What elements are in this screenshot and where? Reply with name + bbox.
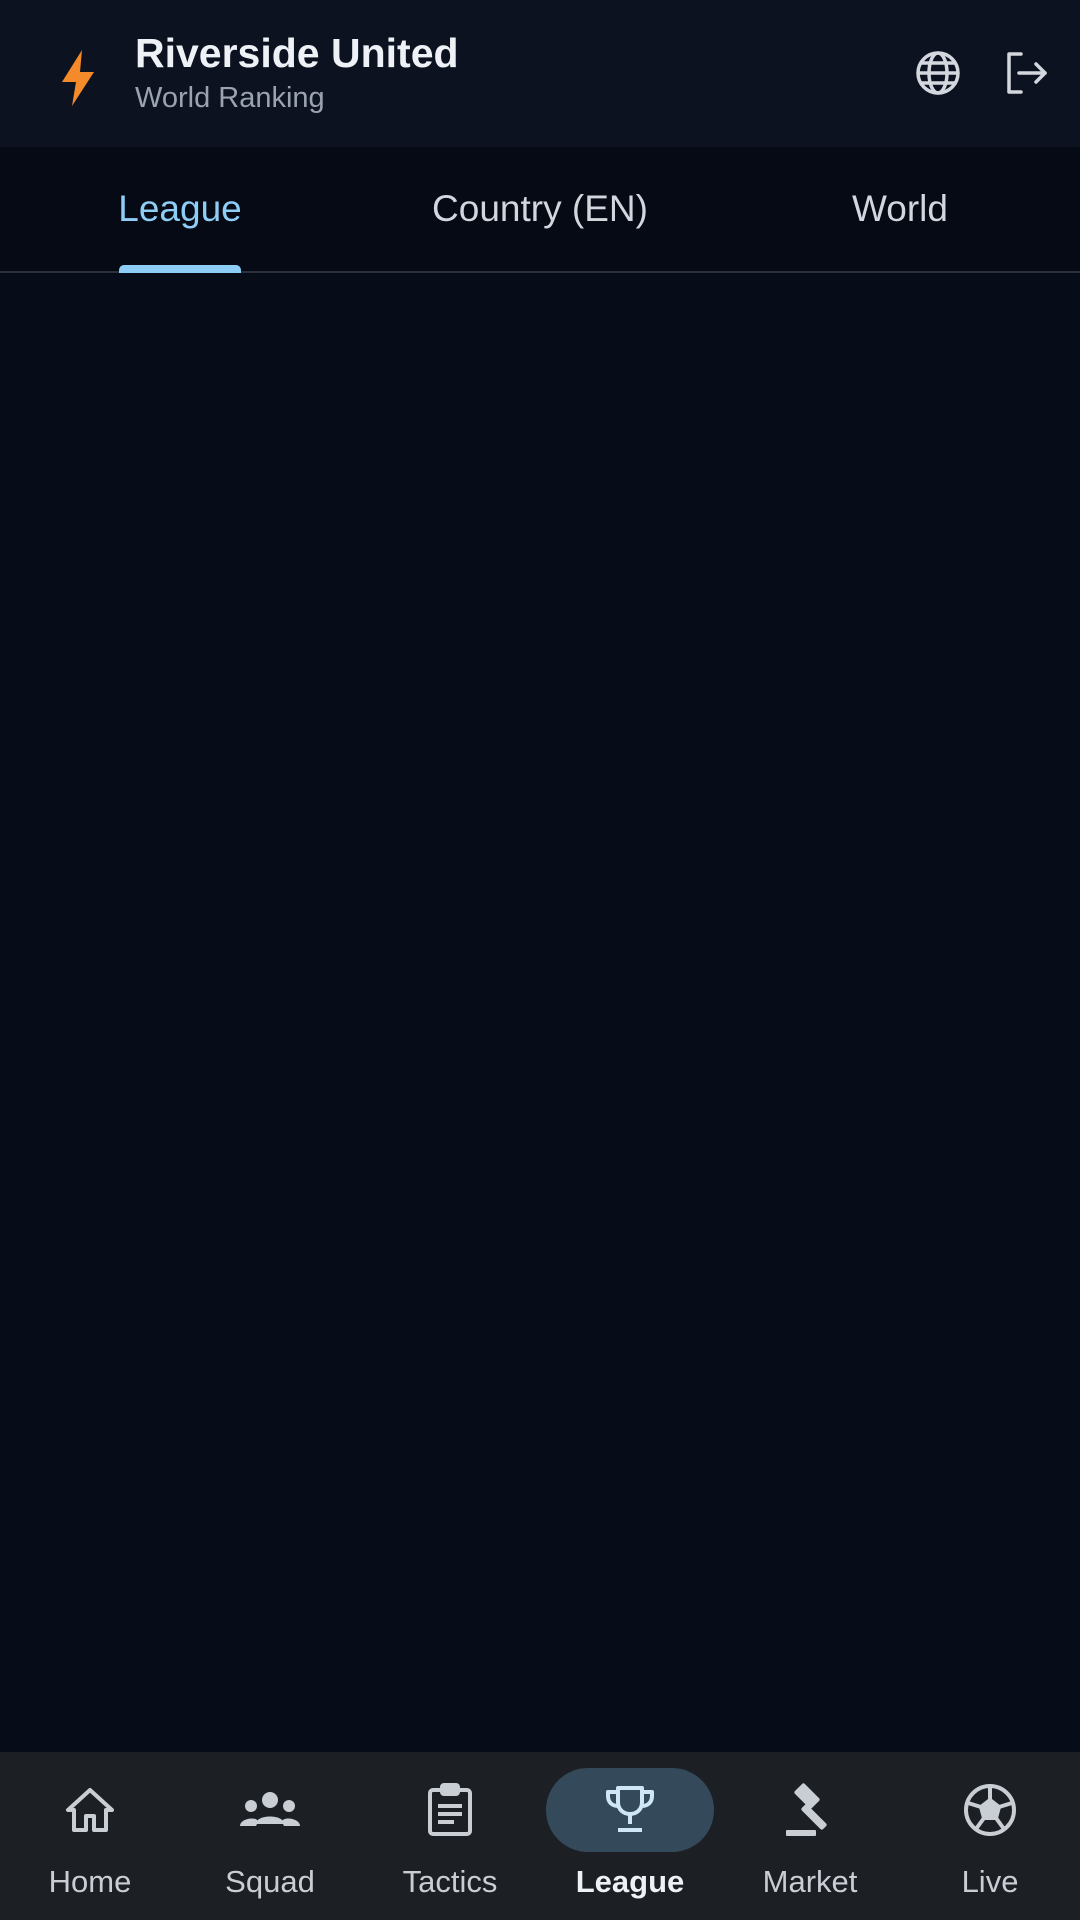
language-button[interactable] [912, 47, 964, 99]
gavel-icon [786, 1783, 827, 1836]
nav-live-icon-container [906, 1768, 1074, 1852]
logout-icon [1007, 52, 1047, 94]
group-icon [240, 1792, 300, 1826]
tab-country[interactable]: Country (EN) [390, 147, 690, 271]
nav-live[interactable]: Live [900, 1752, 1080, 1920]
nav-home[interactable]: Home [0, 1752, 180, 1920]
nav-league[interactable]: League [540, 1752, 720, 1920]
bottom-navigation: Home Squad Tactics League Market Live [0, 1752, 1080, 1920]
nav-tactics-label: Tactics [402, 1864, 498, 1899]
tab-league[interactable]: League [60, 147, 300, 271]
club-name: Riverside United [135, 30, 459, 76]
soccer-ball-icon [964, 1784, 1016, 1836]
tab-active-indicator [119, 265, 241, 273]
home-icon [66, 1788, 114, 1832]
nav-market-label: Market [762, 1864, 858, 1899]
nav-tactics-icon-container [366, 1768, 534, 1852]
lightning-bolt-icon [62, 50, 94, 106]
nav-home-icon-container [6, 1768, 174, 1852]
nav-league-label: League [575, 1864, 685, 1899]
nav-live-label: Live [961, 1864, 1019, 1899]
app-root: Riverside United World Ranking League Co… [0, 0, 1080, 1920]
ranking-tabs: League Country (EN) World [0, 147, 1080, 273]
ranking-content-area [0, 273, 1080, 1752]
trophy-icon [606, 1786, 654, 1832]
page-subtitle: World Ranking [135, 82, 325, 114]
logout-button[interactable] [1000, 47, 1052, 99]
nav-squad-icon-container [186, 1768, 354, 1852]
nav-market[interactable]: Market [720, 1752, 900, 1920]
nav-tactics[interactable]: Tactics [360, 1752, 540, 1920]
nav-squad[interactable]: Squad [180, 1752, 360, 1920]
clipboard-icon [428, 1783, 472, 1836]
nav-market-icon-container [726, 1768, 894, 1852]
globe-icon [916, 51, 960, 95]
app-header: Riverside United World Ranking [0, 0, 1080, 147]
nav-league-icon-container [546, 1768, 714, 1852]
nav-home-label: Home [48, 1864, 132, 1899]
tab-world[interactable]: World [780, 147, 1020, 271]
nav-squad-label: Squad [225, 1864, 315, 1899]
